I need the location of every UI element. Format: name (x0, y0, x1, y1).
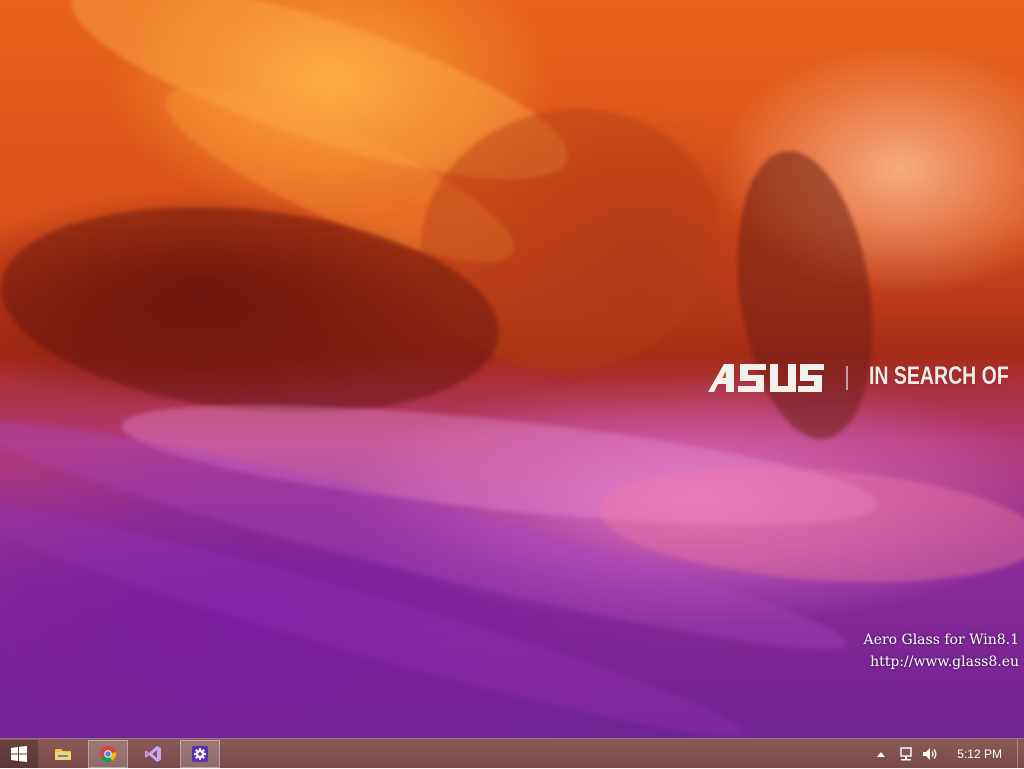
chrome-icon (100, 746, 117, 762)
chevron-up-icon (877, 752, 885, 757)
asus-logo (708, 364, 824, 392)
watermark-line1: Aero Glass for Win8.1 (863, 632, 1019, 648)
show-desktop-button[interactable] (1017, 739, 1024, 769)
aero-glass-watermark: Aero Glass for Win8.1 http://www.glass8.… (864, 629, 1019, 673)
volume-button[interactable] (920, 739, 940, 769)
logo-divider (846, 366, 848, 390)
taskbar[interactable]: 5:12 PM (0, 738, 1024, 769)
wallpaper-streak (720, 142, 890, 448)
taskbar-chrome-button[interactable] (88, 740, 128, 768)
network-icon (900, 747, 912, 761)
start-button[interactable] (0, 740, 38, 768)
desktop[interactable]: IN SEARCH OF Aero Glass for Win8.1 http:… (0, 0, 1024, 738)
taskbar-visual-studio-button[interactable] (133, 740, 173, 768)
taskbar-file-explorer-button[interactable] (43, 740, 83, 768)
windows-logo-icon (11, 746, 27, 762)
wallpaper-slogan: IN SEARCH OF (869, 362, 1009, 390)
taskbar-clock[interactable]: 5:12 PM (957, 747, 1002, 761)
watermark-line2: http://www.glass8.eu (870, 654, 1019, 670)
network-status-button[interactable] (896, 739, 916, 769)
gear-icon (192, 746, 208, 762)
taskbar-settings-button[interactable] (180, 740, 220, 768)
folder-icon (55, 749, 71, 760)
volume-icon (923, 748, 937, 760)
show-hidden-icons-button[interactable] (874, 739, 888, 769)
visual-studio-icon (145, 746, 161, 762)
